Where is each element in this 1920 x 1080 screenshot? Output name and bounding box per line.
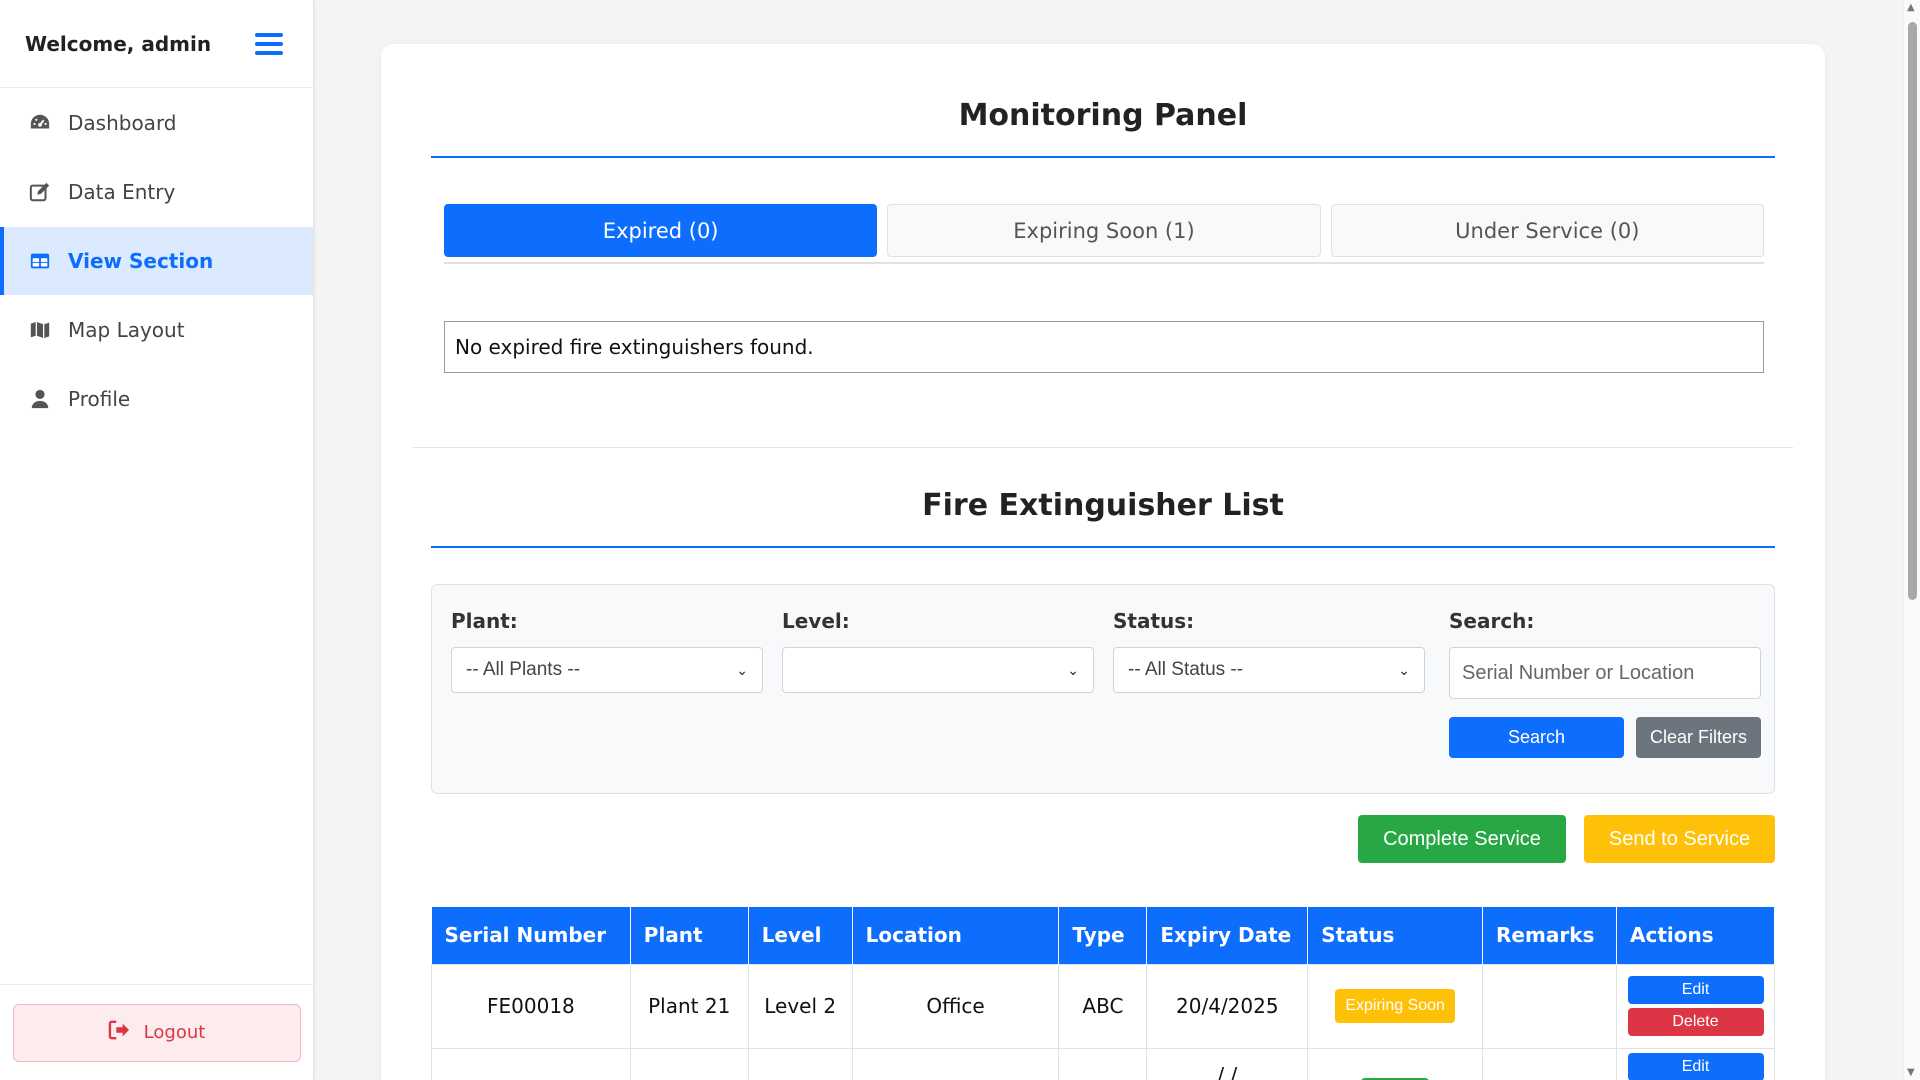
sidebar-header: Welcome, admin — [0, 0, 313, 88]
map-icon — [28, 318, 52, 342]
table-row[interactable]: / / Edit — [431, 1047, 1775, 1080]
level-filter-select[interactable]: ⌄ — [782, 647, 1094, 693]
search-placeholder: Serial Number or Location — [1462, 661, 1695, 684]
search-button[interactable]: Search — [1449, 717, 1624, 758]
scroll-down-arrow-icon[interactable]: ▼ — [1907, 1067, 1915, 1078]
plant-filter-value: -- All Plants -- — [466, 659, 581, 680]
tabs-divider — [444, 262, 1764, 264]
tab-expiring-soon[interactable]: Expiring Soon (1) — [887, 204, 1321, 257]
cell-location: Office — [851, 963, 1060, 1049]
edit-button[interactable]: Edit — [1627, 1052, 1764, 1080]
cell-serial — [431, 1047, 631, 1080]
plant-filter-label: Plant: — [451, 609, 518, 633]
title-divider — [431, 156, 1775, 158]
cell-remarks — [1482, 1047, 1617, 1080]
status-filter-value: -- All Status -- — [1128, 659, 1244, 680]
extinguisher-list-header: Fire Extinguisher List — [413, 466, 1793, 556]
sidebar-item-label: Dashboard — [68, 111, 177, 135]
edit-icon — [28, 180, 52, 204]
table-header-row: Serial Number Plant Level Location Type … — [431, 907, 1775, 964]
dashboard-gauge-icon — [28, 111, 52, 135]
table-row[interactable]: FE00018 Plant 21 Level 2 Office ABC 20/4… — [431, 963, 1775, 1049]
table-icon — [28, 249, 52, 273]
send-to-service-button[interactable]: Send to Service — [1584, 815, 1775, 863]
status-badge: Expiring Soon — [1335, 989, 1455, 1023]
sidebar-item-view-section[interactable]: View Section — [0, 227, 313, 295]
empty-state-message: No expired fire extinguishers found. — [444, 321, 1764, 373]
user-icon — [28, 387, 52, 411]
sidebar-item-label: Map Layout — [68, 318, 185, 342]
tab-under-service[interactable]: Under Service (0) — [1330, 204, 1764, 257]
cell-level — [747, 1047, 853, 1080]
cell-serial: FE00018 — [431, 963, 631, 1049]
section-divider — [413, 447, 1793, 448]
column-header[interactable]: Location — [852, 907, 1060, 964]
sidebar-nav: Dashboard Data Entry View Section Map La… — [0, 88, 313, 433]
clear-filters-button[interactable]: Clear Filters — [1636, 717, 1761, 758]
plant-filter-select[interactable]: -- All Plants -- ⌄ — [451, 647, 763, 693]
welcome-text: Welcome, admin — [25, 31, 212, 56]
sidebar-item-dashboard[interactable]: Dashboard — [0, 89, 313, 157]
extinguisher-list-title: Fire Extinguisher List — [922, 488, 1284, 523]
column-header: Actions — [1616, 907, 1775, 964]
chevron-down-icon: ⌄ — [736, 661, 748, 678]
cell-type: ABC — [1058, 963, 1148, 1049]
title-divider — [431, 546, 1775, 548]
chevron-down-icon: ⌄ — [1067, 661, 1079, 678]
tab-expired[interactable]: Expired (0) — [444, 204, 878, 257]
logout-label: Logout — [143, 1022, 206, 1043]
cell-plant: Plant 21 — [629, 963, 749, 1049]
cell-status — [1307, 1047, 1484, 1080]
complete-service-button[interactable]: Complete Service — [1358, 815, 1566, 863]
filter-panel: Plant: -- All Plants -- ⌄ Level: ⌄ Statu… — [431, 584, 1775, 794]
cell-actions: Edit — [1616, 1047, 1775, 1080]
column-header[interactable]: Status — [1307, 907, 1484, 964]
search-input[interactable]: Serial Number or Location — [1449, 647, 1761, 699]
column-header[interactable]: Serial Number — [431, 907, 631, 964]
scroll-up-arrow-icon[interactable]: ▲ — [1907, 2, 1915, 13]
cell-expiry: / / — [1146, 1047, 1309, 1080]
extinguisher-table: Serial Number Plant Level Location Type … — [431, 907, 1775, 1080]
level-filter-label: Level: — [782, 609, 850, 633]
search-label: Search: — [1449, 609, 1535, 633]
column-header[interactable]: Remarks — [1482, 907, 1617, 964]
cell-location — [851, 1047, 1060, 1080]
sidebar-footer: Logout — [0, 984, 313, 1080]
column-header[interactable]: Level — [748, 907, 853, 964]
delete-button[interactable]: Delete — [1627, 1008, 1764, 1036]
cell-actions: Edit Delete — [1616, 963, 1775, 1049]
cell-remarks — [1482, 963, 1617, 1049]
cell-expiry: 20/4/2025 — [1146, 963, 1309, 1049]
column-header[interactable]: Plant — [630, 907, 749, 964]
scroll-thumb[interactable] — [1908, 22, 1917, 600]
sidebar-item-profile[interactable]: Profile — [0, 365, 313, 433]
page-scrollbar[interactable]: ▲ ▼ — [1903, 0, 1920, 1080]
monitoring-tabs: Expired (0) Expiring Soon (1) Under Serv… — [444, 204, 1764, 257]
sidebar-item-map-layout[interactable]: Map Layout — [0, 296, 313, 364]
logout-button[interactable]: Logout — [12, 1003, 301, 1062]
sidebar-item-label: View Section — [68, 249, 214, 273]
sidebar: Welcome, admin Dashboard Data Entry View… — [0, 0, 314, 1080]
cell-status: Expiring Soon — [1307, 963, 1484, 1049]
cell-type — [1058, 1047, 1148, 1080]
edit-button[interactable]: Edit — [1627, 976, 1764, 1004]
cell-level: Level 2 — [747, 963, 853, 1049]
cell-plant — [629, 1047, 749, 1080]
sidebar-item-data-entry[interactable]: Data Entry — [0, 158, 313, 226]
logout-icon — [108, 1020, 130, 1045]
column-header[interactable]: Type — [1058, 907, 1148, 964]
sidebar-item-label: Data Entry — [68, 180, 176, 204]
menu-toggle-icon[interactable] — [255, 32, 283, 55]
status-filter-label: Status: — [1113, 609, 1195, 633]
status-filter-select[interactable]: -- All Status -- ⌄ — [1113, 647, 1425, 693]
sidebar-item-label: Profile — [68, 387, 131, 411]
column-header[interactable]: Expiry Date — [1146, 907, 1309, 964]
chevron-down-icon: ⌄ — [1398, 661, 1410, 678]
monitoring-panel-title: Monitoring Panel — [958, 98, 1248, 133]
